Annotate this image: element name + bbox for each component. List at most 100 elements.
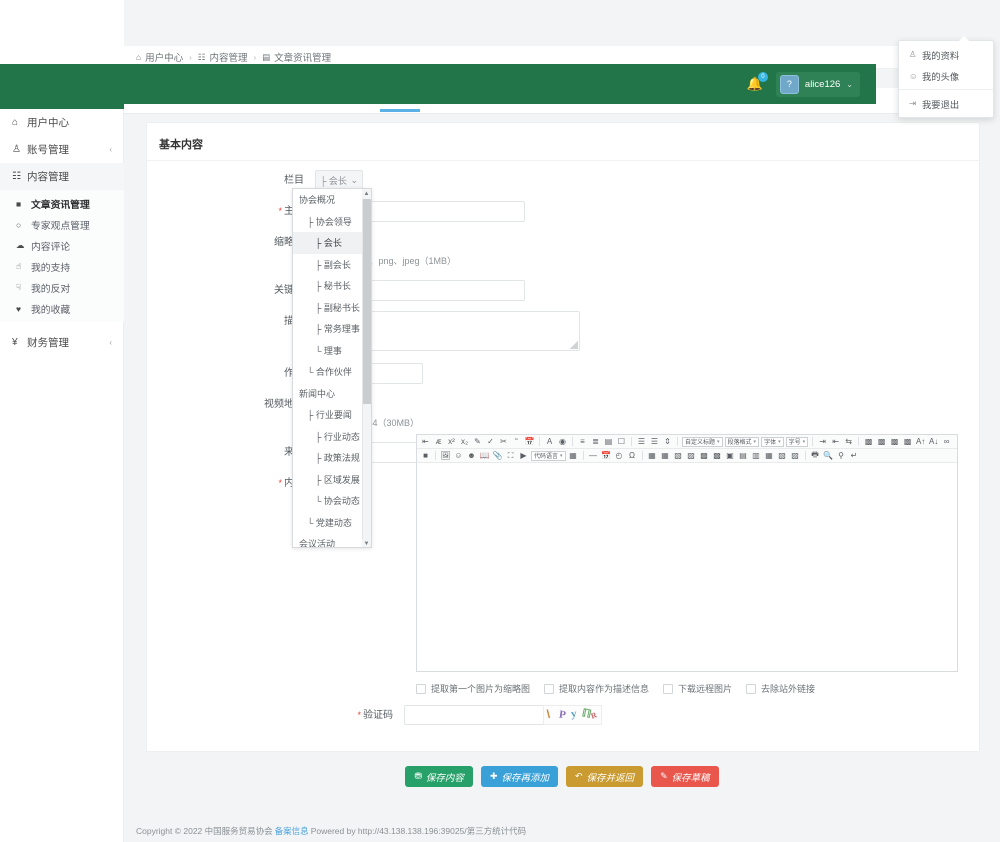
footer-record-link[interactable]: 备案信息 [275,825,309,837]
save-and-return-button[interactable]: ↶ 保存并返回 [566,766,644,787]
menu-item-my-profile[interactable]: ♙ 我的资料 [899,44,993,65]
scroll-down-arrow-icon[interactable]: ▼ [362,539,371,547]
table-border-icon[interactable]: ▤ [738,451,749,460]
indent-icon[interactable]: ▤ [603,437,614,446]
table-bg-icon[interactable]: ▥ [751,451,762,460]
sidebar-item-expert-manage[interactable]: ○ 专家观点管理 [0,214,124,235]
editor-select-paragraph-format[interactable]: 段落格式 ▾ [724,436,760,447]
ordered-list-icon[interactable]: ≡ [577,437,588,446]
align-left-icon[interactable]: ☰ [636,437,647,446]
brush-icon[interactable]: ✂ [498,437,509,446]
option-item[interactable]: ├ 副会长 [293,254,371,276]
rich-text-editor[interactable]: ⇤ ᴁ x² x₂ ✎ ✓ ✂ “ 📅 A ◉ ≡ ≣ ▤ ☐ ☰ ☰ ⇕ 自定… [416,434,958,672]
direction-icon[interactable]: ⇆ [843,437,854,446]
table-sort-icon[interactable]: ▨ [790,451,801,460]
option-item[interactable]: └ 理事 [293,340,371,362]
captcha-input[interactable] [404,705,549,725]
sidebar-item-my-support[interactable]: ☝ 我的支持 [0,256,124,277]
menu-item-my-avatar[interactable]: ☺ 我的头像 [899,65,993,86]
dropdown-scrollbar[interactable]: ▲ ▼ [362,189,371,547]
checkbox-extract-description[interactable]: 提取内容作为描述信息 [544,682,649,695]
scrollbar-thumb[interactable] [362,199,371,404]
subscript-icon[interactable]: x₂ [459,437,470,446]
justify-full-icon[interactable]: ▩ [902,437,913,446]
unlink-icon[interactable]: ■ [420,451,431,460]
sidebar-item-article-manage[interactable]: ■ 文章资讯管理 [0,193,124,214]
breadcrumb-item-user-center[interactable]: 用户中心 [145,50,183,64]
superscript-icon[interactable]: x² [446,437,457,446]
smiley-icon[interactable]: ☻ [466,451,477,460]
checkbox-remove-external-links[interactable]: 去除站外链接 [746,682,815,695]
map-icon[interactable]: ⛶ [505,451,516,461]
insert-col-icon[interactable]: ▩ [712,451,723,460]
justify-left-icon[interactable]: ▩ [863,437,874,446]
emoji-icon[interactable]: ☺ [453,451,464,460]
preview-icon[interactable]: 🔍 [823,451,834,460]
rtl-icon[interactable]: ⇥ [817,437,828,446]
table-icon[interactable]: ▦ [647,451,658,460]
option-item[interactable]: 新闻中心 [293,383,371,405]
table-style-icon[interactable]: ▧ [777,451,788,460]
sidebar-item-comments[interactable]: ☁ 内容评论 [0,235,124,256]
justify-center-icon[interactable]: ▩ [876,437,887,446]
option-item[interactable]: ├ 政策法规 [293,447,371,469]
editor-select-font-size[interactable]: 字号 ▾ [785,436,809,447]
save-and-add-button[interactable]: ✚ 保存再添加 [480,766,558,787]
unordered-list-icon[interactable]: ≣ [590,437,601,446]
option-item[interactable]: ├ 协会领导 [293,211,371,233]
date-icon[interactable]: 📅 [601,451,612,460]
option-item[interactable]: └ 协会动态 [293,490,371,512]
captcha-image[interactable]: ⅼ P y ℿ R [543,705,602,725]
save-draft-button[interactable]: ✎ 保存草稿 [651,766,719,787]
option-item[interactable]: └ 合作伙伴 [293,361,371,383]
background-color-icon[interactable]: ◉ [557,437,568,446]
special-char-icon[interactable]: Ω [627,451,638,460]
option-item[interactable]: ├ 行业动态 [293,426,371,448]
breadcrumb-item-article[interactable]: 文章资讯管理 [274,50,331,64]
save-content-button[interactable]: ⛃ 保存内容 [405,766,473,787]
time-icon[interactable]: ◴ [614,451,625,460]
sidebar-item-user-center[interactable]: ⌂ 用户中心 [0,109,124,136]
editor-select-font-family[interactable]: 字体 ▾ [761,436,784,447]
image-icon[interactable]: 🖼 [440,451,451,460]
highlight-icon[interactable]: ✓ [485,437,496,446]
sidebar-item-account[interactable]: ♙ 账号管理 ‹ [0,136,124,163]
book-icon[interactable]: 📖 [479,451,490,460]
sidebar-item-content[interactable]: ☷ 内容管理 [0,163,124,190]
attachment-icon[interactable]: 📎 [492,451,503,460]
calendar-icon[interactable]: 📅 [524,437,535,446]
option-item[interactable]: ├ 区域发展 [293,469,371,491]
option-item-selected[interactable]: ├ 会长 [293,232,371,254]
option-item[interactable]: 会议活动 [293,533,371,547]
user-menu-button[interactable]: ? alice126 ⌄ [775,71,860,97]
align-center-icon[interactable]: ☰ [649,437,660,446]
option-item[interactable]: 协会概况 [293,189,371,211]
merge-cells-icon[interactable]: ▧ [673,451,684,460]
scroll-up-arrow-icon[interactable]: ▲ [362,189,371,199]
abc-icon[interactable]: ᴁ [433,437,444,446]
split-cell-icon[interactable]: ▣ [725,451,736,460]
notifications-button[interactable]: 🔔 0 [744,72,768,95]
print-icon[interactable]: 🖶 [810,449,821,462]
search-replace-icon[interactable]: ⚲ [836,451,847,460]
ltr-icon[interactable]: ⇤ [830,437,841,446]
font-color-icon[interactable]: A [544,437,555,446]
horizontal-rule-icon[interactable]: — [588,451,599,460]
page-break-icon[interactable]: ☐ [616,437,627,446]
decrease-font-icon[interactable]: A↓ [928,437,939,446]
clear-format-icon[interactable]: ⇤ [420,437,431,446]
insert-row-icon[interactable]: ▩ [699,451,710,460]
table-align-icon[interactable]: ▦ [764,451,775,460]
user-dropdown-menu[interactable]: ♙ 我的资料 ☺ 我的头像 ⇥ 我要退出 [898,36,994,118]
checkbox-box[interactable] [746,683,757,694]
checkbox-download-remote-images[interactable]: 下载远程图片 [663,682,732,695]
menu-item-logout[interactable]: ⇥ 我要退出 [899,93,993,114]
delete-row-icon[interactable]: ▨ [686,451,697,460]
option-item[interactable]: ├ 副秘书长 [293,297,371,319]
enter-icon[interactable]: ↵ [849,451,860,460]
sidebar-item-finance[interactable]: ¥ 财务管理 ‹ [0,329,124,356]
option-item[interactable]: ├ 行业要闻 [293,404,371,426]
checkbox-box[interactable] [663,683,674,694]
option-item[interactable]: └ 党建动态 [293,512,371,534]
increase-font-icon[interactable]: A↑ [915,437,926,446]
